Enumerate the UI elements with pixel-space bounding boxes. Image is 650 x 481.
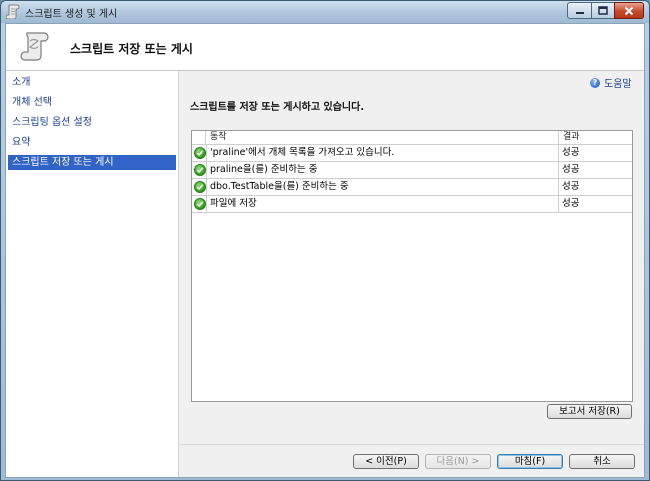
maximize-button[interactable]	[591, 2, 615, 19]
help-icon: ?	[590, 77, 600, 88]
result-cell: 성공	[562, 147, 580, 158]
sidebar-item-intro[interactable]: 소개	[8, 75, 176, 90]
table-row[interactable]: 'praline'에서 개체 목록을 가져오고 있습니다. 성공	[192, 145, 632, 162]
minimize-icon	[575, 11, 584, 14]
success-check-icon	[194, 181, 206, 193]
table-row[interactable]: 파일에 저장 성공	[192, 196, 632, 213]
cancel-button[interactable]: 취소	[569, 454, 635, 469]
window-title: 스크립트 생성 및 게시	[25, 9, 118, 20]
action-cell: 파일에 저장	[206, 196, 559, 212]
previous-button[interactable]: < 이전(P)	[353, 454, 419, 469]
minimize-button[interactable]	[567, 2, 592, 19]
close-icon	[624, 6, 634, 15]
maximize-icon	[598, 6, 608, 15]
progress-table[interactable]: 동작 결과 'praline'에서 개체 목록을 가져오고 있습니다. 성공 p…	[191, 130, 633, 402]
help-label: 도움말	[604, 79, 632, 90]
result-cell: 성공	[562, 164, 580, 175]
action-cell: 'praline'에서 개체 목록을 가져오고 있습니다.	[206, 145, 559, 161]
column-header-action[interactable]: 동작	[206, 131, 559, 145]
status-heading: 스크립트를 저장 또는 게시하고 있습니다.	[190, 102, 365, 113]
action-cell: praline을(를) 준비하는 중	[206, 162, 559, 178]
close-button[interactable]	[614, 2, 644, 19]
footer-divider	[178, 444, 644, 445]
finish-button[interactable]: 마침(F)	[497, 454, 563, 469]
save-report-button[interactable]: 보고서 저장(R)	[547, 404, 632, 419]
wizard-window: 스크립트 생성 및 게시 스크립트 저장 또는 게시 소개 개체 선택 스크립팅…	[0, 0, 650, 481]
success-check-icon	[194, 147, 206, 159]
script-scroll-icon	[20, 32, 49, 61]
wizard-nav: 소개 개체 선택 스크립팅 옵션 설정 요약 스크립트 저장 또는 게시	[6, 71, 179, 477]
wizard-header: 스크립트 저장 또는 게시	[6, 24, 644, 71]
status-column-header	[192, 131, 206, 145]
action-cell: dbo.TestTable을(를) 준비하는 중	[206, 179, 559, 195]
column-header-result[interactable]: 결과	[559, 131, 632, 145]
result-cell: 성공	[562, 198, 580, 209]
sidebar-item-scripting-options[interactable]: 스크립팅 옵션 설정	[8, 115, 176, 130]
success-check-icon	[194, 198, 206, 210]
success-check-icon	[194, 164, 206, 176]
title-bar[interactable]: 스크립트 생성 및 게시	[1, 1, 649, 23]
result-cell: 성공	[562, 181, 580, 192]
sidebar-item-select-objects[interactable]: 개체 선택	[8, 95, 176, 110]
table-row[interactable]: praline을(를) 준비하는 중 성공	[192, 162, 632, 179]
sidebar-item-save-or-publish[interactable]: 스크립트 저장 또는 게시	[8, 155, 176, 170]
wizard-body: 스크립트 저장 또는 게시 소개 개체 선택 스크립팅 옵션 설정 요약 스크립…	[5, 23, 645, 478]
sidebar-item-summary[interactable]: 요약	[8, 135, 176, 150]
page-title: 스크립트 저장 또는 게시	[70, 42, 193, 56]
next-button[interactable]: 다음(N) >	[425, 454, 491, 469]
help-link[interactable]: ? 도움말	[590, 75, 632, 90]
table-row[interactable]: dbo.TestTable을(를) 준비하는 중 성공	[192, 179, 632, 196]
script-scroll-icon	[6, 4, 20, 19]
